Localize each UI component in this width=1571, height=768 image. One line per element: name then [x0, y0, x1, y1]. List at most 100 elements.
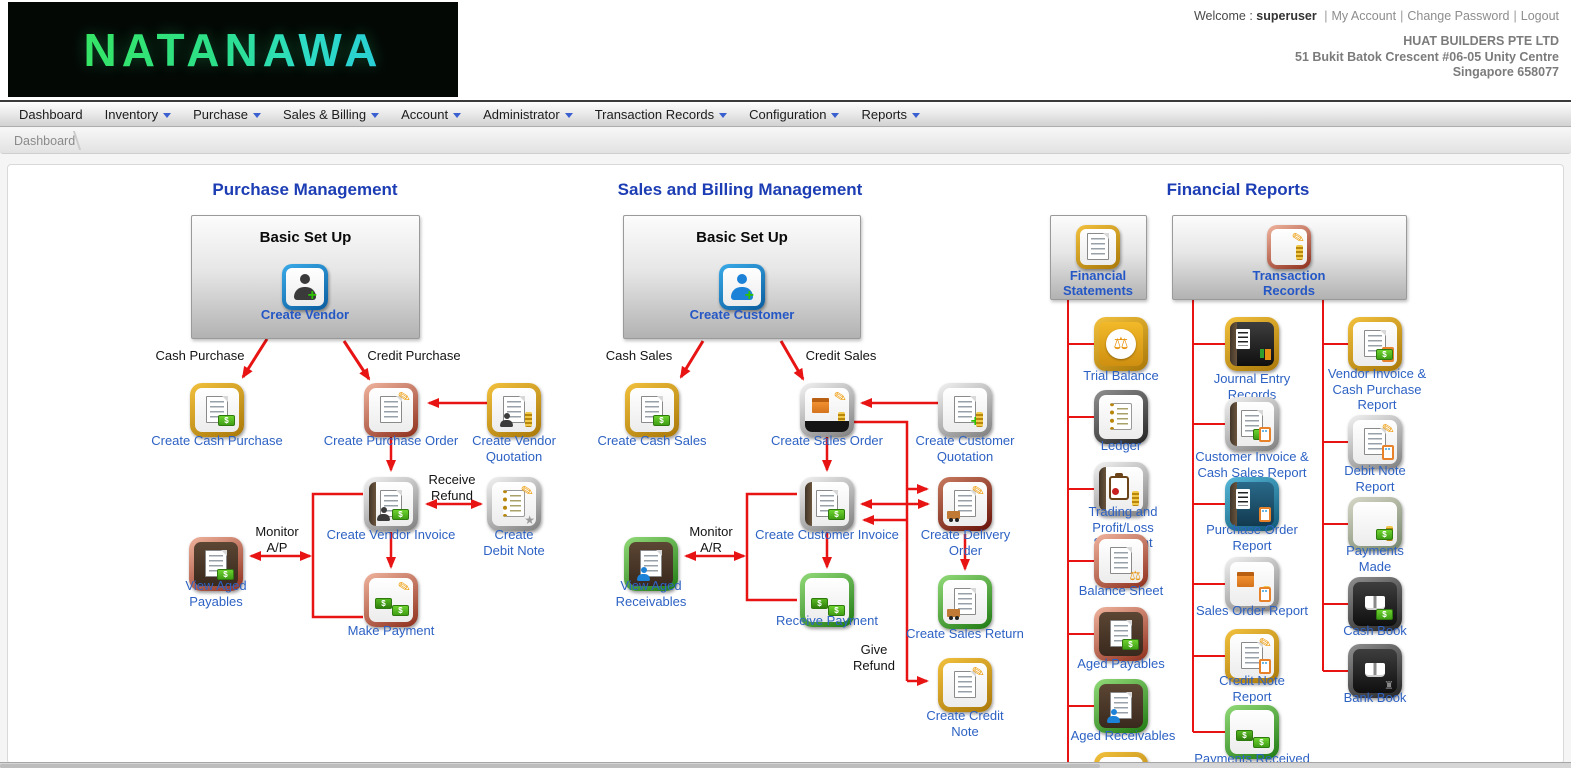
create-debit-note-icon[interactable] — [487, 477, 541, 531]
nav-item-sales-billing[interactable]: Sales & Billing — [272, 102, 390, 126]
change-password-link[interactable]: Change Password — [1407, 9, 1509, 23]
welcome-bar: Welcome : superuser |My Account|Change P… — [1194, 9, 1559, 23]
truck-glyph — [947, 511, 960, 519]
payments-made-label[interactable]: Payments Made — [1333, 543, 1417, 574]
nav-item-inventory[interactable]: Inventory — [94, 102, 182, 126]
money2-glyph — [1236, 730, 1253, 741]
create-cash-purchase-icon[interactable] — [190, 383, 244, 437]
create-vendor-invoice-icon[interactable] — [364, 477, 418, 531]
nav-item-configuration[interactable]: Configuration — [738, 102, 850, 126]
aged-payables-label[interactable]: Aged Payables — [1066, 656, 1176, 672]
logout-link[interactable]: Logout — [1521, 9, 1559, 23]
chevron-down-icon — [253, 113, 261, 118]
nav-item-administrator[interactable]: Administrator — [472, 102, 584, 126]
pad-glyph — [1382, 445, 1394, 460]
transaction-records-label[interactable]: Transaction Records — [1239, 268, 1339, 299]
person-glyph — [500, 413, 513, 427]
cash-book-label[interactable]: Cash Book — [1330, 623, 1420, 639]
create-purchase-order-label[interactable]: Create Purchase Order — [316, 433, 466, 449]
scales-glyph — [1113, 335, 1128, 352]
money-glyph — [653, 415, 670, 426]
purchase-order-report-label[interactable]: Purchase Order Report — [1196, 522, 1308, 553]
create-credit-note-label[interactable]: Create Credit Note — [925, 708, 1005, 739]
create-sales-order-icon[interactable] — [800, 383, 854, 437]
credit-note-report-label[interactable]: Credit Note Report — [1216, 673, 1288, 704]
pencil-glyph — [520, 483, 535, 500]
nav-item-transaction-records[interactable]: Transaction Records — [584, 102, 738, 126]
nav-item-purchase[interactable]: Purchase — [182, 102, 272, 126]
monitor-ap-edge-label: Monitor A/P — [247, 524, 307, 555]
vendor-invoice-cash-purchase-report-label[interactable]: Vendor Invoice & Cash Purchase Report — [1324, 366, 1430, 413]
create-delivery-order-label[interactable]: Create Delivery Order — [913, 527, 1018, 558]
financial-statements-label[interactable]: Financial Statements — [1053, 268, 1143, 299]
create-cash-sales-icon[interactable] — [625, 383, 679, 437]
ledger-icon[interactable] — [1094, 390, 1148, 444]
horizontal-scrollbar[interactable] — [0, 762, 1571, 768]
create-customer-icon[interactable] — [719, 264, 765, 310]
payments-received-label[interactable]: Payments Received — [1177, 751, 1327, 762]
create-vendor-label[interactable]: Create Vendor — [235, 307, 375, 322]
create-credit-note-icon[interactable] — [938, 658, 992, 712]
money-glyph — [218, 415, 235, 426]
create-customer-invoice-icon[interactable] — [800, 477, 854, 531]
nav-item-dashboard[interactable]: Dashboard — [8, 102, 94, 126]
financial-statements-icon[interactable] — [1076, 225, 1120, 269]
view-aged-receivables-label[interactable]: View Aged Receivables — [605, 578, 697, 609]
company-address: 51 Bukit Batok Crescent #06-05 Unity Cen… — [1295, 50, 1559, 66]
create-delivery-order-icon[interactable] — [938, 477, 992, 531]
chevron-down-icon — [371, 113, 379, 118]
trial-balance-icon[interactable] — [1094, 317, 1148, 371]
balance-sheet-icon[interactable] — [1094, 534, 1148, 588]
view-aged-payables-label[interactable]: View Aged Payables — [177, 578, 255, 609]
aged-payables-icon[interactable] — [1094, 607, 1148, 661]
chevron-down-icon — [831, 113, 839, 118]
create-sales-order-label[interactable]: Create Sales Order — [757, 433, 897, 449]
receive-payment-label[interactable]: Receive Payment — [762, 613, 892, 629]
make-payment-label[interactable]: Make Payment — [336, 623, 446, 639]
page-glyph — [1087, 233, 1109, 260]
trial-balance-label[interactable]: Trial Balance — [1066, 368, 1176, 384]
customer-invoice-cash-sales-report-label[interactable]: Customer Invoice & Cash Sales Report — [1182, 449, 1322, 480]
pencil-glyph — [397, 579, 412, 596]
create-vendor-icon[interactable] — [282, 264, 328, 310]
pencil-glyph — [971, 664, 986, 681]
financial-section-title: Financial Reports — [1088, 180, 1388, 200]
bank-book-label[interactable]: Bank Book — [1330, 690, 1420, 706]
nav-item-reports[interactable]: Reports — [850, 102, 931, 126]
aged-receivables-icon[interactable] — [1094, 679, 1148, 733]
create-debit-note-label[interactable]: Create Debit Note — [478, 527, 550, 558]
scrollbar-thumb[interactable] — [0, 764, 1100, 768]
create-customer-label[interactable]: Create Customer — [667, 307, 817, 322]
give-refund-edge-label: Give Refund — [846, 642, 902, 673]
create-customer-quotation-icon[interactable] — [938, 383, 992, 437]
make-payment-icon[interactable] — [364, 573, 418, 627]
money-glyph — [828, 509, 845, 520]
create-vendor-invoice-label[interactable]: Create Vendor Invoice — [311, 527, 471, 543]
create-purchase-order-icon[interactable] — [364, 383, 418, 437]
debit-note-report-icon[interactable] — [1348, 415, 1402, 469]
create-sales-return-icon[interactable] — [938, 575, 992, 629]
balance-sheet-label[interactable]: Balance Sheet — [1066, 583, 1176, 599]
debit-note-report-label[interactable]: Debit Note Report — [1334, 463, 1416, 494]
partial-flow-icon[interactable] — [1094, 752, 1148, 762]
nav-item-account[interactable]: Account — [390, 102, 472, 126]
customer-invoice-cash-sales-report-icon[interactable] — [1225, 397, 1279, 451]
transaction-records-icon[interactable] — [1267, 225, 1311, 269]
money-glyph — [1376, 349, 1393, 360]
vendor-invoice-cash-purchase-report-icon[interactable] — [1348, 317, 1402, 371]
create-customer-quotation-label[interactable]: Create Customer Quotation — [905, 433, 1025, 464]
my-account-link[interactable]: My Account — [1331, 9, 1396, 23]
create-vendor-quotation-icon[interactable] — [487, 383, 541, 437]
create-vendor-quotation-label[interactable]: Create Vendor Quotation — [467, 433, 561, 464]
create-sales-return-label[interactable]: Create Sales Return — [895, 626, 1035, 642]
chevron-down-icon — [565, 113, 573, 118]
journal-entry-records-icon[interactable] — [1225, 317, 1279, 371]
create-cash-sales-label[interactable]: Create Cash Sales — [582, 433, 722, 449]
aged-receivables-label[interactable]: Aged Receivables — [1058, 728, 1188, 744]
money-glyph — [1376, 609, 1393, 620]
sales-order-report-label[interactable]: Sales Order Report — [1177, 603, 1327, 619]
pad-glyph — [1259, 659, 1271, 674]
create-customer-invoice-label[interactable]: Create Customer Invoice — [737, 527, 917, 543]
create-cash-purchase-label[interactable]: Create Cash Purchase — [142, 433, 292, 449]
ledger-label[interactable]: Ledger — [1081, 438, 1161, 454]
